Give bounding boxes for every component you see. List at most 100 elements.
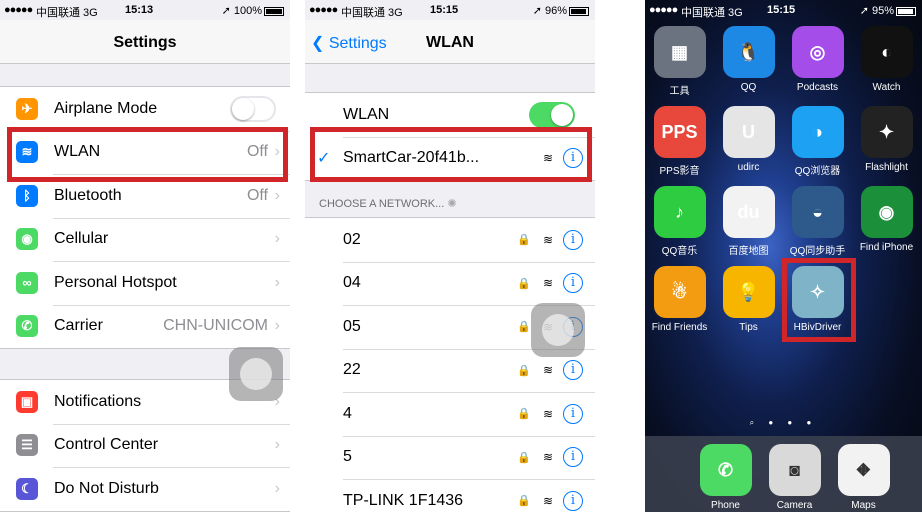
- phone-icon: ✆: [699, 444, 752, 496]
- chevron-right-icon: ›: [274, 230, 280, 248]
- row-label: Carrier: [54, 317, 103, 335]
- network-list: 02 🔒 ≋ i 04 🔒 ≋ i 05 🔒 ≋ i 22 🔒 ≋ i 4 🔒 ≋ i 5 🔒 ≋ i TP-LIN…: [305, 217, 595, 512]
- info-button[interactable]: i: [563, 273, 583, 294]
- app-icon: 🐧: [722, 26, 775, 78]
- airplane-icon: ✈: [16, 97, 38, 120]
- hbivdriver-highlight-box: [782, 258, 856, 342]
- app-百度地图[interactable]: du 百度地图: [714, 186, 783, 257]
- network-name: 22: [343, 361, 361, 379]
- dock-app-phone[interactable]: ✆ Phone: [691, 444, 760, 511]
- assistive-touch-button[interactable]: [531, 303, 585, 357]
- wifi-signal-icon: ≋: [542, 406, 553, 421]
- app-icon: ✦: [860, 106, 913, 158]
- settings-group-connectivity: ✈ Airplane Mode ≋ WLAN Off › ᛒ Bluetooth…: [0, 86, 290, 349]
- app-icon: ♪: [653, 186, 706, 238]
- app-podcasts[interactable]: ◎ Podcasts: [783, 26, 852, 93]
- app-label: Find iPhone: [859, 242, 914, 253]
- chevron-right-icon: ›: [274, 479, 280, 497]
- nav-bar: ❮ Settings WLAN: [305, 20, 595, 64]
- settings-row-airplane-mode[interactable]: ✈ Airplane Mode: [0, 87, 290, 131]
- battery-icon: [569, 6, 589, 16]
- status-time: 15:15: [430, 4, 459, 16]
- status-time: 15:15: [767, 4, 796, 16]
- app-flashlight[interactable]: ✦ Flashlight: [852, 106, 921, 173]
- app-工具[interactable]: ▦ 工具: [645, 26, 714, 97]
- wlan-toggle[interactable]: [529, 101, 575, 128]
- assistive-touch-button[interactable]: [229, 347, 283, 401]
- app-label: Find Friends: [651, 322, 708, 333]
- app-find-iphone[interactable]: ◉ Find iPhone: [852, 186, 921, 253]
- app-icon: ◒: [791, 186, 844, 238]
- network-row[interactable]: 4 🔒 ≋ i: [305, 392, 595, 436]
- app-qq浏览器[interactable]: ◑ QQ浏览器: [783, 106, 852, 177]
- app-watch[interactable]: ◐ Watch: [852, 26, 921, 93]
- app-label: QQ浏览器: [794, 166, 841, 177]
- app-icon: ◉: [860, 186, 913, 238]
- app-label: udirc: [737, 162, 760, 173]
- wlan-highlight-box: [7, 127, 288, 182]
- network-row[interactable]: TP-LINK 1F1436 🔒 ≋ i: [305, 479, 595, 512]
- info-button[interactable]: i: [563, 360, 583, 381]
- row-label: Bluetooth: [54, 186, 122, 204]
- signal-indicator: ●●●●●: [309, 4, 338, 16]
- app-find-friends[interactable]: ☃ Find Friends: [645, 266, 714, 333]
- network-row[interactable]: 04 🔒 ≋ i: [305, 261, 595, 305]
- cellular-icon: ◉: [16, 228, 38, 251]
- chevron-right-icon: ›: [274, 436, 280, 454]
- app-label: 百度地图: [728, 246, 769, 257]
- row-detail: Off: [246, 186, 268, 204]
- network-name: TP-LINK 1F1436: [343, 491, 464, 509]
- info-button[interactable]: i: [563, 403, 583, 424]
- settings-row-cellular[interactable]: ◉ Cellular ›: [0, 217, 290, 262]
- lock-icon: 🔒: [517, 408, 531, 421]
- app-label: QQ: [740, 82, 757, 93]
- dock: ✆ Phone ◙ Camera ⛖ Maps: [645, 436, 922, 512]
- page-title: WLAN: [426, 34, 474, 51]
- app-icon: ▦: [653, 26, 706, 78]
- connected-network-highlight-box: [310, 127, 592, 182]
- app-icon: ◎: [791, 26, 844, 78]
- carrier-name: 中国联通 3G: [36, 7, 98, 19]
- battery-percent: 100%: [233, 5, 262, 17]
- row-label: Control Center: [54, 436, 159, 454]
- settings-row-personal-hotspot[interactable]: ∞ Personal Hotspot ›: [0, 261, 290, 305]
- battery-percent: 96%: [544, 5, 567, 17]
- app-pps影音[interactable]: PPS PPS影音: [645, 106, 714, 177]
- settings-row-do-not-disturb[interactable]: ☾ Do Not Disturb ›: [0, 467, 290, 511]
- status-bar: ●●●●● 中国联通 3G 15:15 ➚ 95%: [645, 0, 922, 20]
- settings-row-control-center[interactable]: ☰ Control Center ›: [0, 423, 290, 468]
- chevron-right-icon: ›: [274, 186, 280, 204]
- app-qq音乐[interactable]: ♪ QQ音乐: [645, 186, 714, 257]
- control-center-icon: ☰: [16, 434, 38, 457]
- settings-screen: ●●●●● 中国联通 3G 15:13 ➚ 100% Settings ✈ Ai…: [0, 0, 290, 512]
- battery-icon: [896, 6, 916, 16]
- app-qq同步助手[interactable]: ◒ QQ同步助手: [783, 186, 852, 257]
- app-label: QQ同步助手: [789, 246, 846, 257]
- settings-row-carrier[interactable]: ✆ Carrier CHN-UNICOM ›: [0, 304, 290, 349]
- app-qq[interactable]: 🐧 QQ: [714, 26, 783, 93]
- info-button[interactable]: i: [563, 447, 583, 468]
- info-button[interactable]: i: [563, 490, 583, 511]
- dock-app-maps[interactable]: ⛖ Maps: [829, 444, 898, 511]
- home-screen: ●●●●● 中国联通 3G 15:15 ➚ 95% ▦ 工具 🐧 QQ ◎ Podcast…: [645, 0, 922, 512]
- app-label: Podcasts: [796, 82, 839, 93]
- app-label: Phone: [711, 500, 740, 511]
- dock-app-camera[interactable]: ◙ Camera: [760, 444, 829, 511]
- network-row[interactable]: 5 🔒 ≋ i: [305, 435, 595, 479]
- battery-icon: [264, 6, 284, 16]
- info-button[interactable]: i: [563, 229, 583, 250]
- wifi-signal-icon: ≋: [542, 450, 553, 465]
- network-row[interactable]: 02 🔒 ≋ i: [305, 218, 595, 262]
- battery-indicator: ➚ 95%: [860, 4, 916, 17]
- battery-indicator: ➚ 96%: [533, 4, 589, 17]
- row-label: Cellular: [54, 230, 109, 248]
- chevron-right-icon: ›: [274, 273, 280, 291]
- airplane-mode-toggle[interactable]: [230, 95, 276, 122]
- app-tips[interactable]: 💡 Tips: [714, 266, 783, 333]
- app-label: PPS影音: [659, 166, 700, 177]
- chevron-right-icon: ›: [274, 317, 280, 335]
- camera-icon: ◙: [768, 444, 821, 496]
- loading-spinner-icon: ✺: [447, 198, 457, 210]
- maps-icon: ⛖: [837, 444, 890, 496]
- app-udirc[interactable]: Uudirc: [714, 106, 783, 173]
